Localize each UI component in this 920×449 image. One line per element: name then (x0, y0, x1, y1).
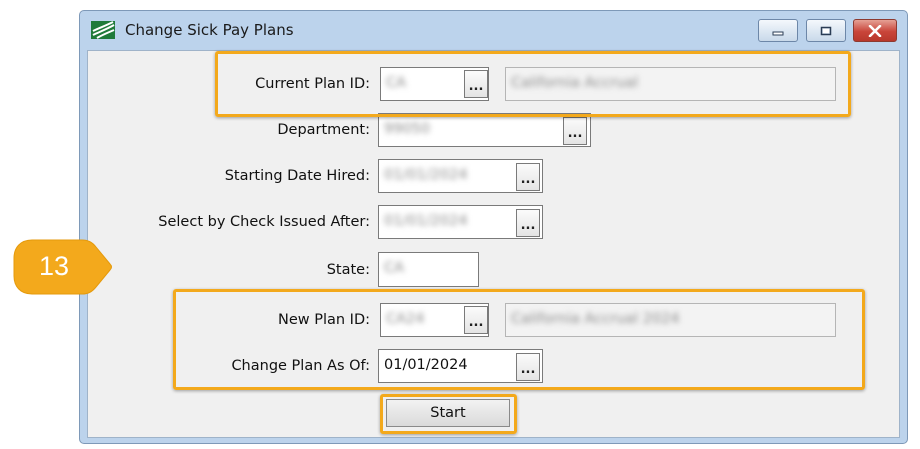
maximize-icon (820, 26, 832, 35)
check-issued-after-label: Select by Check Issued After: (158, 214, 370, 230)
window-title: Change Sick Pay Plans (125, 21, 294, 39)
state-value: CA (384, 260, 405, 276)
starting-date-hired-label: Starting Date Hired: (224, 168, 370, 184)
highlight-current-plan (215, 51, 851, 117)
department-browse-button[interactable]: ... (563, 117, 587, 145)
title-bar[interactable]: Change Sick Pay Plans (80, 11, 907, 49)
maximize-button[interactable] (806, 19, 846, 42)
minimize-button[interactable] (758, 19, 798, 42)
close-button[interactable] (853, 19, 897, 42)
highlight-start-button (380, 394, 517, 434)
state-label: State: (326, 262, 370, 278)
check-issued-after-picker-button[interactable]: ... (516, 209, 540, 237)
check-issued-after-value: 01/01/2024 (384, 213, 468, 229)
starting-date-hired-picker-button[interactable]: ... (516, 163, 540, 191)
minimize-icon (772, 31, 784, 35)
step-callout-number: 13 (38, 251, 70, 281)
app-logo-icon (91, 21, 115, 39)
department-label: Department: (277, 122, 370, 138)
department-value: 99050 (384, 121, 431, 137)
state-field[interactable]: CA (378, 252, 479, 287)
department-field[interactable]: 99050 (378, 113, 591, 147)
starting-date-hired-value: 01/01/2024 (384, 167, 468, 183)
close-icon (868, 24, 882, 37)
highlight-new-plan (173, 289, 865, 390)
